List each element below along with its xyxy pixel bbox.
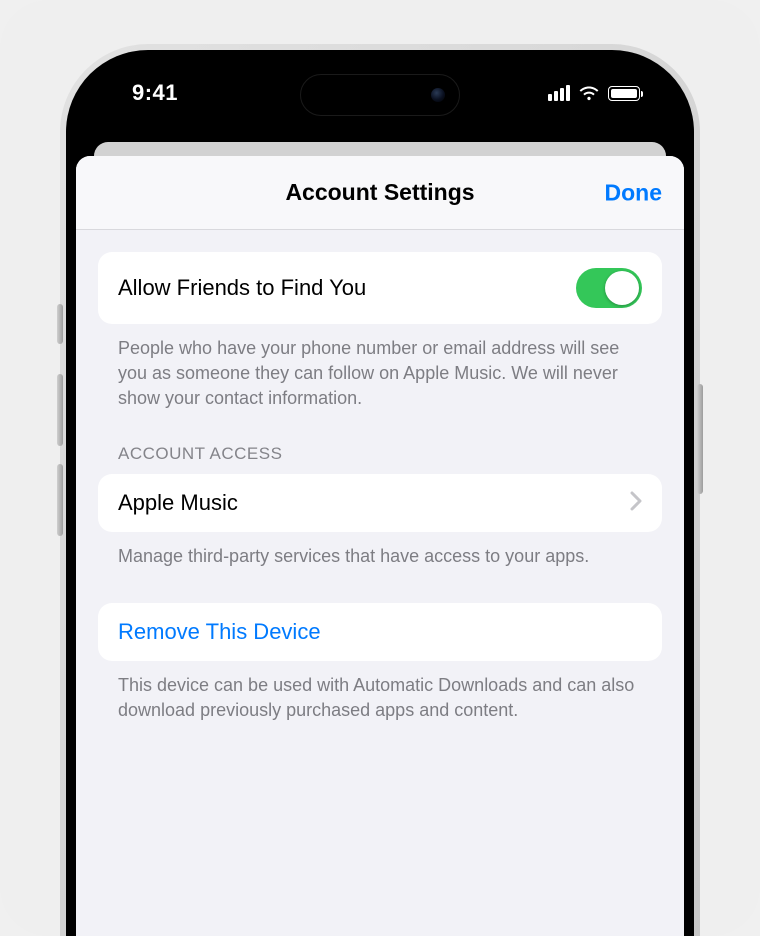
allow-friends-toggle[interactable] <box>576 268 642 308</box>
side-button-power <box>697 384 703 494</box>
status-bar: 9:41 <box>76 60 684 126</box>
wifi-icon <box>578 85 600 101</box>
done-button[interactable]: Done <box>605 179 663 206</box>
content-area: Allow Friends to Find You People who hav… <box>76 230 684 745</box>
front-camera-icon <box>431 88 445 102</box>
remove-device-row[interactable]: Remove This Device <box>98 603 662 661</box>
apple-music-label: Apple Music <box>118 490 238 516</box>
side-button-volume-up <box>57 374 63 446</box>
status-icons <box>548 85 640 101</box>
chevron-right-icon <box>630 491 642 516</box>
remove-device-label: Remove This Device <box>118 619 321 645</box>
dynamic-island <box>300 74 460 116</box>
phone-bezel: 9:41 <box>66 50 694 936</box>
account-access-footer: Manage third-party services that have ac… <box>98 532 662 569</box>
remove-device-footer: This device can be used with Automatic D… <box>98 661 662 723</box>
screen: 9:41 <box>76 60 684 936</box>
modal-sheet: Account Settings Done Allow Friends to F… <box>76 156 684 936</box>
allow-friends-label: Allow Friends to Find You <box>118 275 366 301</box>
side-button-volume-down <box>57 464 63 536</box>
page-title: Account Settings <box>285 179 474 206</box>
cellular-icon <box>548 85 570 101</box>
side-button-silent <box>57 304 63 344</box>
toggle-knob <box>605 271 639 305</box>
nav-bar: Account Settings Done <box>76 156 684 230</box>
account-access-header: ACCOUNT ACCESS <box>98 410 662 474</box>
allow-friends-row: Allow Friends to Find You <box>98 252 662 324</box>
allow-friends-footer: People who have your phone number or ema… <box>98 324 662 410</box>
battery-icon <box>608 86 640 101</box>
phone-frame: 9:41 <box>60 44 700 936</box>
status-time: 9:41 <box>132 80 178 106</box>
apple-music-row[interactable]: Apple Music <box>98 474 662 532</box>
canvas: 9:41 <box>0 0 760 936</box>
